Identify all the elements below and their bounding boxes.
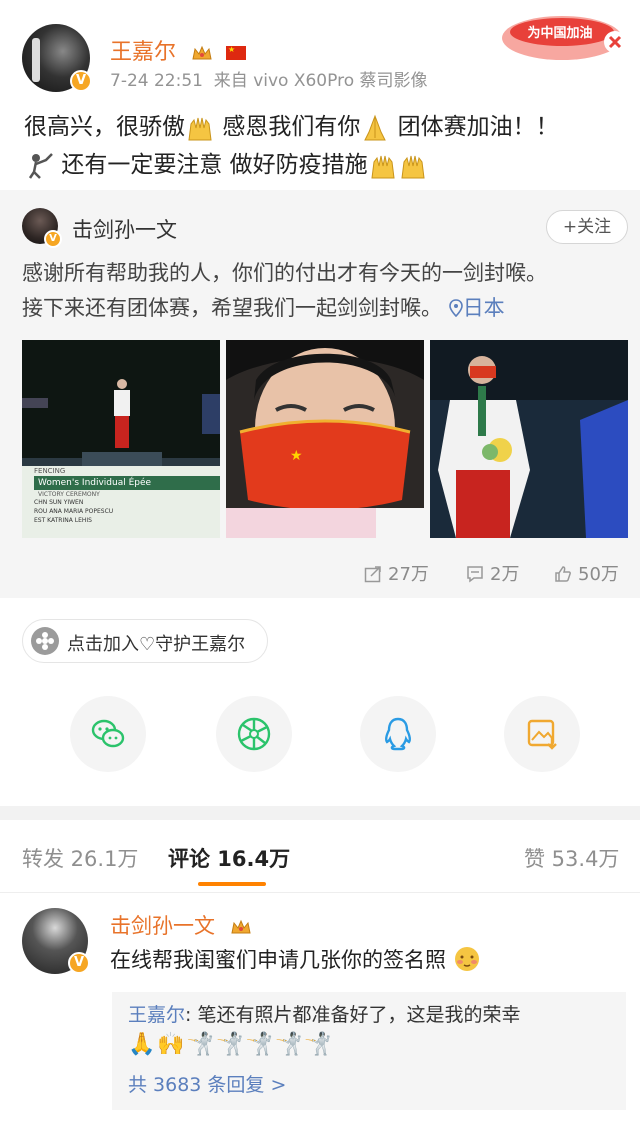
save-image-button[interactable] <box>504 696 580 772</box>
photo-caption-title: Women's Individual Épée <box>34 476 220 490</box>
china-flag-icon <box>226 45 247 60</box>
raising-hands-emoji-icon <box>188 117 212 140</box>
fencer-emoji-icon <box>28 152 53 179</box>
photo-caption-tag: FENCING <box>34 467 66 475</box>
like-count-button[interactable]: 50万 <box>554 560 619 586</box>
share-wechat-button[interactable] <box>70 696 146 772</box>
photo-podium-ceremony[interactable]: FENCING Women's Individual Épée VICTORY … <box>22 340 220 538</box>
follow-button[interactable]: +关注 <box>546 210 628 244</box>
author-name[interactable]: 王嘉尔 <box>110 34 247 66</box>
repost-text: 感谢所有帮助我的人，你们的付出才有今天的一剑封喉。 接下来还有团体赛，希望我们一… <box>22 256 622 326</box>
save-image-icon <box>527 719 557 750</box>
guard-flower-icon <box>31 627 59 655</box>
svg-text:★: ★ <box>290 448 303 464</box>
post-header: V 王嘉尔 7-24 22:51 来自 vivo X60Pro 蔡司影像 为中国… <box>0 0 640 100</box>
photo-caption-subtitle: VICTORY CEREMONY <box>38 491 100 498</box>
athlete-medal-illustration <box>430 340 628 538</box>
post-source: 来自 vivo X60Pro 蔡司影像 <box>213 71 428 91</box>
athlete-closeup-illustration: ★ <box>226 340 424 538</box>
repost-count-button[interactable]: 27万 <box>364 560 429 586</box>
active-tab-indicator <box>198 882 266 886</box>
commenter-name[interactable]: 击剑孙一文 <box>110 910 252 940</box>
raising-hands-emoji-icon <box>371 155 395 178</box>
repost-count: 27万 <box>388 564 429 585</box>
post-text-line2: 还有一定要注意 做好防疫措施 <box>61 152 368 178</box>
wechat-icon <box>91 719 125 748</box>
location-text[interactable]: 日本 <box>463 296 505 320</box>
repost-verified-badge-icon: V <box>44 230 62 248</box>
like-count: 50万 <box>578 564 619 585</box>
crown-icon <box>231 919 251 934</box>
view-replies-link[interactable]: 共 3683 条回复 > <box>128 1070 286 1097</box>
tab-reposts[interactable]: 转发 26.1万 <box>22 843 138 873</box>
comment-bubble-icon <box>467 566 483 583</box>
commenter-name-text[interactable]: 击剑孙一文 <box>110 914 215 938</box>
comment-count: 2万 <box>490 564 520 585</box>
post-text-line1b: 感恩我们有你 <box>222 114 361 140</box>
reply-emojis: 🙏🙌🤺🤺🤺🤺🤺 <box>128 1032 334 1057</box>
commenter-verified-badge-icon: V <box>68 952 90 974</box>
shy-face-emoji-icon <box>454 947 479 971</box>
guard-fan-chip[interactable]: 点击加入♡守护王嘉尔 <box>22 619 268 663</box>
post-text-line1c: 团体赛加油！！ <box>397 114 559 140</box>
qq-icon <box>384 717 412 751</box>
reply-text: : 笔还有照片都准备好了，这是我的荣幸 <box>185 1004 521 1026</box>
reply-box[interactable]: 王嘉尔: 笔还有照片都准备好了，这是我的荣幸 🙏🙌🤺🤺🤺🤺🤺 共 3683 条回… <box>112 992 626 1110</box>
comment-text-content: 在线帮我闺蜜们申请几张你的签名照 <box>110 948 446 972</box>
repost-author-name[interactable]: 击剑孙一文 <box>72 214 177 244</box>
location-pin-icon <box>448 299 463 318</box>
tab-likes[interactable]: 赞 53.4万 <box>524 843 619 873</box>
location-link[interactable]: 日本 <box>448 296 505 320</box>
tab-divider <box>0 892 640 893</box>
photo-caption-rows: CHN SUN YIWEN ROU ANA MARIA POPESCU EST … <box>34 498 113 525</box>
photo-caption-row: EST KATRINA LEHIS <box>34 517 92 524</box>
section-separator <box>0 806 640 820</box>
repost-text-line1: 感谢所有帮助我的人，你们的付出才有今天的一剑封喉。 <box>22 261 547 285</box>
crown-icon <box>192 45 212 60</box>
folded-hands-emoji-icon <box>364 114 387 140</box>
reply-line: 王嘉尔: 笔还有照片都准备好了，这是我的荣幸 <box>128 1000 520 1027</box>
cheer-china-sticker: 为中国加油 <box>502 16 626 60</box>
svg-text:为中国加油: 为中国加油 <box>527 25 592 41</box>
repost-card[interactable]: V 击剑孙一文 +关注 感谢所有帮助我的人，你们的付出才有今天的一剑封喉。 接下… <box>0 190 640 598</box>
post-time: 7-24 22:51 <box>110 71 203 91</box>
reply-author[interactable]: 王嘉尔 <box>128 1004 185 1026</box>
photo-athlete-medal[interactable] <box>430 340 628 538</box>
post-text: 很高兴，很骄傲 感恩我们有你 团体赛加油！！ 还有一定要注意 做好防疫措施 <box>24 108 624 184</box>
comment-count-button[interactable]: 2万 <box>466 560 519 586</box>
verified-badge-icon: V <box>70 70 92 92</box>
thumbs-up-icon <box>555 566 571 582</box>
post-text-line1: 很高兴，很骄傲 <box>24 114 185 140</box>
photo-caption-row: CHN SUN YIWEN <box>34 499 84 506</box>
repost-text-line2: 接下来还有团体赛，希望我们一起剑剑封喉。 <box>22 296 442 320</box>
guard-chip-label: 点击加入♡守护王嘉尔 <box>67 634 246 655</box>
comment-text: 在线帮我闺蜜们申请几张你的签名照 <box>110 944 481 974</box>
share-arrow-icon <box>364 566 381 583</box>
photo-caption-row: ROU ANA MARIA POPESCU <box>34 508 114 515</box>
moments-icon <box>237 717 271 751</box>
author-name-text[interactable]: 王嘉尔 <box>110 40 176 65</box>
share-qq-button[interactable] <box>360 696 436 772</box>
photo-athlete-closeup[interactable]: ★ <box>226 340 424 538</box>
raising-hands-emoji-icon <box>401 155 425 178</box>
share-moments-button[interactable] <box>216 696 292 772</box>
post-meta: 7-24 22:51 来自 vivo X60Pro 蔡司影像 <box>110 66 428 91</box>
tab-comments[interactable]: 评论 16.4万 <box>168 843 290 873</box>
